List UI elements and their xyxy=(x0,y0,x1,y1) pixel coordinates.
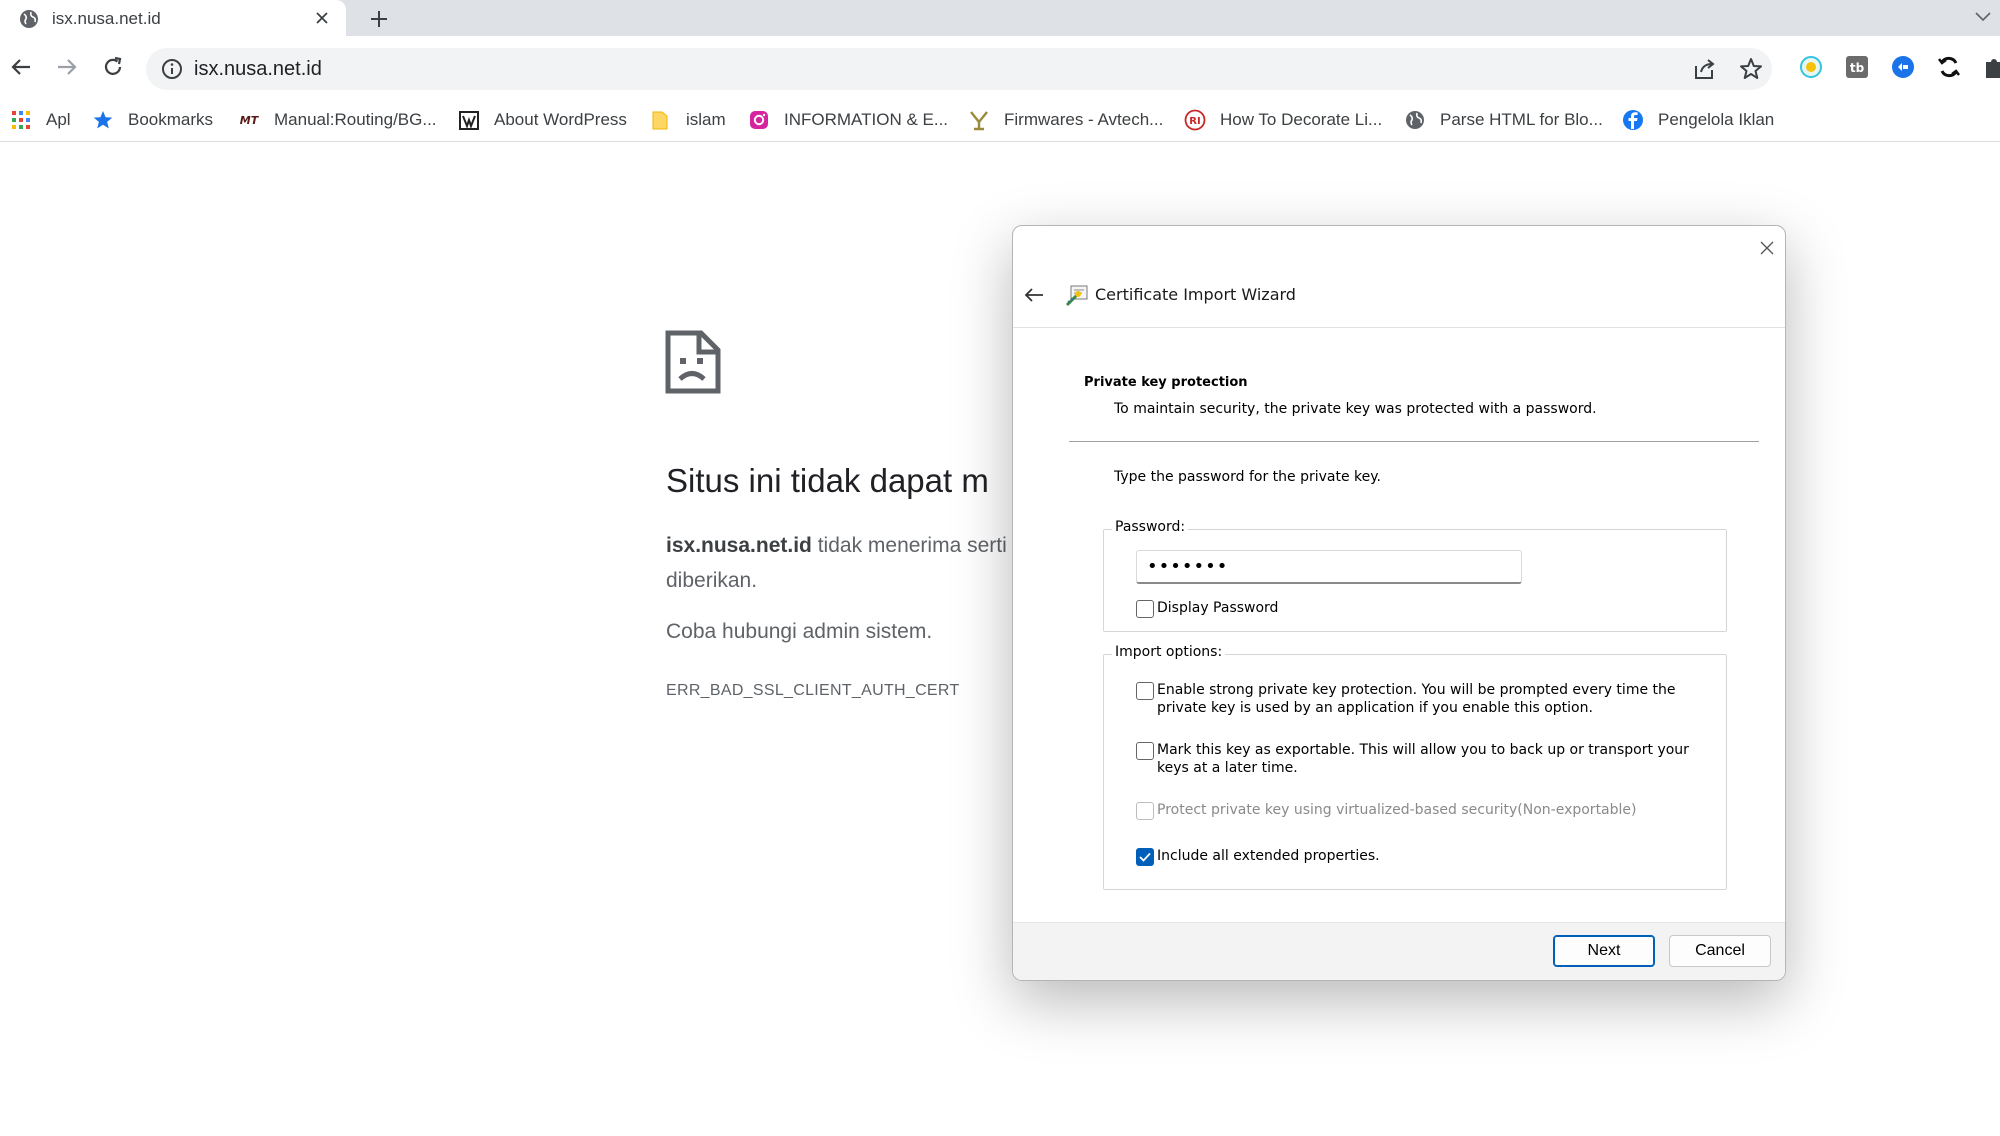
bookmark-label: Manual:Routing/BG... xyxy=(274,110,437,129)
ri-logo-icon: RI xyxy=(1184,109,1206,131)
browser-toolbar: isx.nusa.net.id tb xyxy=(0,36,2000,102)
error-code: ERR_BAD_SSL_CLIENT_AUTH_CERT xyxy=(666,682,960,699)
cancel-button[interactable]: Cancel xyxy=(1669,935,1771,967)
bookmark-item-avtech[interactable]: Firmwares - Avtech... xyxy=(968,98,1163,142)
new-tab-icon[interactable] xyxy=(364,4,394,34)
bookmark-item-apps[interactable]: Apl xyxy=(10,98,71,142)
extension-blue-icon[interactable] xyxy=(1890,54,1916,80)
info-icon[interactable] xyxy=(160,57,184,81)
virtualized-security-checkbox xyxy=(1136,802,1154,820)
bookmark-label: Bookmarks xyxy=(128,110,214,129)
bookmark-item-parse-html[interactable]: Parse HTML for Blo... xyxy=(1404,98,1603,142)
virtualized-security-option: Protect private key using virtualized-ba… xyxy=(1136,801,1706,820)
bookmark-star-icon[interactable] xyxy=(1738,56,1764,82)
exportable-checkbox[interactable] xyxy=(1136,742,1154,760)
password-label: Password: xyxy=(1112,519,1189,535)
extended-properties-option[interactable]: Include all extended properties. xyxy=(1136,847,1706,866)
apps-grid-icon xyxy=(10,109,32,131)
option-label: Protect private key using virtualized-ba… xyxy=(1157,802,1637,818)
forward-arrow-icon[interactable] xyxy=(50,50,84,84)
svg-text:tb: tb xyxy=(1850,61,1865,75)
bookmark-item-mikrotik[interactable]: MT Manual:Routing/BG... xyxy=(238,98,437,142)
bookmark-label: How To Decorate Li... xyxy=(1220,110,1383,129)
wordpress-icon xyxy=(458,109,480,131)
option-label: Enable strong private key protection. Yo… xyxy=(1157,682,1676,716)
facebook-icon xyxy=(1622,109,1644,131)
option-label: Mark this key as exportable. This will a… xyxy=(1157,742,1689,776)
bookmark-label: islam xyxy=(686,110,726,129)
extension-timer-icon[interactable] xyxy=(1798,54,1824,80)
svg-text:MT: MT xyxy=(240,114,260,127)
import-options-group: Import options: Enable strong private ke… xyxy=(1103,644,1727,890)
tab-active[interactable]: isx.nusa.net.id xyxy=(0,0,346,36)
certificate-import-dialog: Certificate Import Wizard Private key pr… xyxy=(1012,225,1786,981)
chevron-down-icon[interactable] xyxy=(1970,4,1996,30)
section-title: Private key protection xyxy=(1084,375,1248,390)
bookmark-item-instagram[interactable]: INFORMATION & E... xyxy=(748,98,948,142)
display-password-option[interactable]: Display Password xyxy=(1136,599,1706,618)
password-group: Password: ••••••• Display Password xyxy=(1103,519,1727,632)
folder-icon xyxy=(650,109,672,131)
mikrotik-icon: MT xyxy=(238,109,260,131)
password-input[interactable]: ••••••• xyxy=(1136,550,1522,584)
reload-icon[interactable] xyxy=(96,50,130,84)
section-divider xyxy=(1069,441,1759,442)
dialog-header: Certificate Import Wizard xyxy=(1013,266,1785,328)
bookmark-label: Apl xyxy=(46,110,71,129)
tab-title: isx.nusa.net.id xyxy=(52,9,161,28)
back-arrow-icon[interactable] xyxy=(4,50,38,84)
address-url[interactable]: isx.nusa.net.id xyxy=(194,58,322,81)
extended-properties-checkbox[interactable] xyxy=(1136,848,1154,866)
exportable-option[interactable]: Mark this key as exportable. This will a… xyxy=(1136,741,1706,777)
section-subtitle: To maintain security, the private key wa… xyxy=(1114,401,1597,417)
strong-protection-checkbox[interactable] xyxy=(1136,682,1154,700)
close-tab-icon[interactable] xyxy=(310,6,334,30)
display-password-checkbox[interactable] xyxy=(1136,600,1154,618)
bookmark-label: Parse HTML for Blo... xyxy=(1440,110,1603,129)
bookmark-item-decorate[interactable]: RI How To Decorate Li... xyxy=(1184,98,1382,142)
dialog-footer: Next Cancel xyxy=(1013,922,1785,980)
instagram-icon xyxy=(748,109,770,131)
option-label: Include all extended properties. xyxy=(1157,848,1380,864)
bookmark-label: Firmwares - Avtech... xyxy=(1004,110,1164,129)
bookmark-item-pengelola[interactable]: Pengelola Iklan xyxy=(1622,98,1774,142)
checkmark-icon xyxy=(1139,852,1151,862)
import-options-label: Import options: xyxy=(1112,644,1226,660)
error-host: isx.nusa.net.id xyxy=(666,534,812,557)
extension-sync-icon[interactable] xyxy=(1936,54,1962,80)
avtech-icon xyxy=(968,109,990,131)
share-icon[interactable] xyxy=(1692,56,1718,82)
error-hint: Coba hubungi admin sistem. xyxy=(666,620,933,643)
error-desc-text: tidak menerima serti xyxy=(811,534,1007,557)
bookmark-item-wordpress[interactable]: About WordPress xyxy=(458,98,627,142)
extensions-puzzle-icon[interactable] xyxy=(1982,54,2000,80)
extension-tb-icon[interactable]: tb xyxy=(1844,54,1870,80)
error-desc-line2: diberikan. xyxy=(666,569,758,592)
bookmark-label: INFORMATION & E... xyxy=(784,110,949,129)
bookmark-label: Pengelola Iklan xyxy=(1658,110,1775,129)
password-prompt: Type the password for the private key. xyxy=(1114,469,1381,485)
error-title: Situs ini tidak dapat m xyxy=(666,462,989,499)
bookmark-label: About WordPress xyxy=(494,110,627,129)
bookmark-item-islam[interactable]: islam xyxy=(650,98,726,142)
globe-icon xyxy=(1404,109,1426,131)
globe-icon xyxy=(18,8,40,30)
dialog-title: Certificate Import Wizard xyxy=(1095,285,1296,304)
bookmark-item-bookmarks[interactable]: Bookmarks xyxy=(92,98,213,142)
certificate-wizard-icon xyxy=(1065,283,1089,307)
back-arrow-icon[interactable] xyxy=(1021,282,1047,308)
display-password-label: Display Password xyxy=(1157,600,1279,616)
star-icon xyxy=(92,109,114,131)
bookmarks-bar: Apl Bookmarks MT Manual:Routing/BG... Ab… xyxy=(0,98,2000,142)
broken-page-icon xyxy=(665,330,721,394)
close-icon[interactable] xyxy=(1755,236,1779,260)
strong-protection-option[interactable]: Enable strong private key protection. Yo… xyxy=(1136,681,1706,717)
next-button[interactable]: Next xyxy=(1553,935,1655,967)
svg-text:RI: RI xyxy=(1189,116,1200,127)
tab-strip: isx.nusa.net.id xyxy=(0,0,2000,36)
address-bar[interactable]: isx.nusa.net.id xyxy=(146,48,1772,90)
